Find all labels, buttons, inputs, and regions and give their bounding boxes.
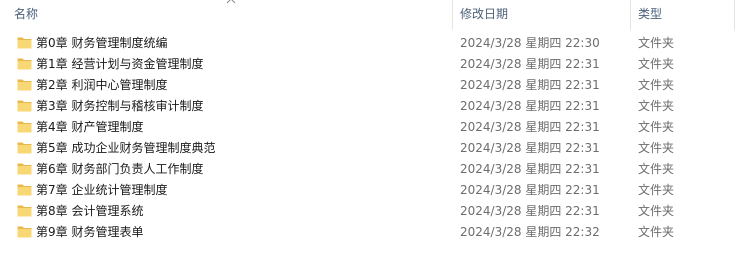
file-type: 文件夹: [638, 36, 675, 50]
folder-icon: [17, 163, 32, 175]
file-name: 第9章 财务管理表单: [36, 225, 144, 239]
folder-icon: [17, 100, 32, 112]
file-name: 第8章 会计管理系统: [36, 204, 144, 218]
file-row[interactable]: 第7章 企业统计管理制度 2024/3/28 星期四 22:31 文件夹: [0, 180, 748, 201]
file-type: 文件夹: [638, 225, 675, 239]
column-divider[interactable]: [452, 0, 453, 30]
file-date: 2024/3/28 星期四 22:31: [460, 120, 600, 134]
file-type: 文件夹: [638, 141, 675, 155]
file-row[interactable]: 第8章 会计管理系统 2024/3/28 星期四 22:31 文件夹: [0, 201, 748, 222]
file-name: 第0章 财务管理制度统编: [36, 36, 168, 50]
file-type: 文件夹: [638, 120, 675, 134]
folder-icon: [17, 205, 32, 217]
file-date: 2024/3/28 星期四 22:31: [460, 162, 600, 176]
folder-icon: [17, 58, 32, 70]
file-date: 2024/3/28 星期四 22:31: [460, 99, 600, 113]
column-header-type[interactable]: 类型: [638, 0, 738, 30]
folder-icon: [17, 79, 32, 91]
file-date: 2024/3/28 星期四 22:31: [460, 78, 600, 92]
file-type: 文件夹: [638, 204, 675, 218]
file-name: 第6章 财务部门负责人工作制度: [36, 162, 204, 176]
file-row[interactable]: 第6章 财务部门负责人工作制度 2024/3/28 星期四 22:31 文件夹: [0, 159, 748, 180]
folder-icon: [17, 121, 32, 133]
file-date: 2024/3/28 星期四 22:31: [460, 141, 600, 155]
file-date: 2024/3/28 星期四 22:32: [460, 225, 600, 239]
folder-icon: [17, 142, 32, 154]
file-row[interactable]: 第1章 经营计划与资金管理制度 2024/3/28 星期四 22:31 文件夹: [0, 54, 748, 75]
file-date: 2024/3/28 星期四 22:31: [460, 57, 600, 71]
file-type: 文件夹: [638, 99, 675, 113]
file-row[interactable]: 第5章 成功企业财务管理制度典范 2024/3/28 星期四 22:31 文件夹: [0, 138, 748, 159]
column-divider[interactable]: [630, 0, 631, 30]
file-name: 第2章 利润中心管理制度: [36, 78, 168, 92]
file-list: 第0章 财务管理制度统编 2024/3/28 星期四 22:30 文件夹 第1章…: [0, 33, 748, 243]
file-name: 第7章 企业统计管理制度: [36, 183, 168, 197]
file-row[interactable]: 第4章 财产管理制度 2024/3/28 星期四 22:31 文件夹: [0, 117, 748, 138]
file-date: 2024/3/28 星期四 22:31: [460, 204, 600, 218]
file-name: 第4章 财产管理制度: [36, 120, 144, 134]
file-date: 2024/3/28 星期四 22:31: [460, 183, 600, 197]
folder-icon: [17, 226, 32, 238]
file-type: 文件夹: [638, 57, 675, 71]
file-date: 2024/3/28 星期四 22:30: [460, 36, 600, 50]
file-type: 文件夹: [638, 183, 675, 197]
file-name: 第5章 成功企业财务管理制度典范: [36, 141, 216, 155]
folder-icon: [17, 184, 32, 196]
file-type: 文件夹: [638, 78, 675, 92]
file-name: 第3章 财务控制与稽核审计制度: [36, 99, 204, 113]
file-row[interactable]: 第3章 财务控制与稽核审计制度 2024/3/28 星期四 22:31 文件夹: [0, 96, 748, 117]
folder-icon: [17, 37, 32, 49]
file-type: 文件夹: [638, 162, 675, 176]
file-row[interactable]: 第0章 财务管理制度统编 2024/3/28 星期四 22:30 文件夹: [0, 33, 748, 54]
column-divider[interactable]: [734, 0, 735, 30]
column-header-bar: 名称 修改日期 类型: [0, 0, 748, 30]
column-header-name[interactable]: 名称: [14, 0, 450, 30]
file-name: 第1章 经营计划与资金管理制度: [36, 57, 204, 71]
file-row[interactable]: 第9章 财务管理表单 2024/3/28 星期四 22:32 文件夹: [0, 222, 748, 243]
column-header-date[interactable]: 修改日期: [460, 0, 626, 30]
file-row[interactable]: 第2章 利润中心管理制度 2024/3/28 星期四 22:31 文件夹: [0, 75, 748, 96]
